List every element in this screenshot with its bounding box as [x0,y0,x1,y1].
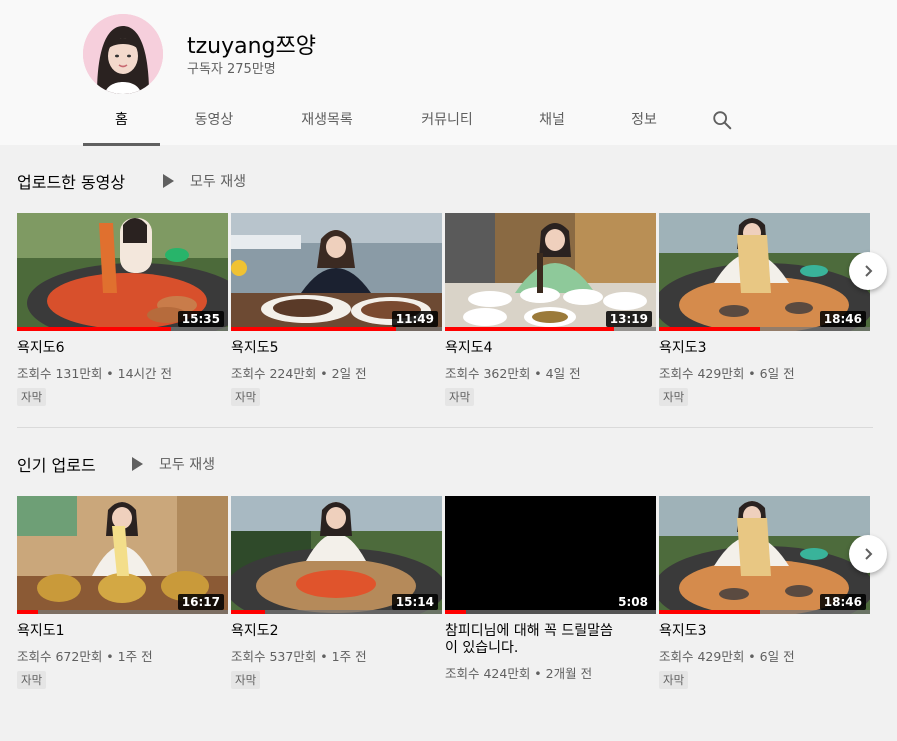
watch-progress-track [17,610,228,614]
watch-progress [17,327,172,331]
video-thumbnail[interactable]: 13:19 [445,213,656,331]
channel-header: tzuyang쯔양 구독자 275만명 홈 동영상 재생목록 커뮤니티 채널 정… [0,0,897,146]
video-card[interactable]: 13:19 욕지도4 조회수 362만회 • 4일 전 자막 [445,213,656,406]
video-thumbnail[interactable]: 5:08 [445,496,656,614]
caption-badge: 자막 [17,671,47,689]
chevron-right-icon [865,548,873,560]
video-card[interactable]: 18:46 욕지도3 조회수 429만회 • 6일 전 자막 [659,213,870,406]
tab-channels[interactable]: 채널 [508,100,596,143]
watch-progress [445,610,467,614]
video-meta: 조회수 424만회 • 2개월 전 [445,666,593,681]
watch-progress [659,327,761,331]
play-icon [163,174,174,188]
search-icon [713,111,732,130]
tab-playlists[interactable]: 재생목록 [268,100,386,143]
video-title[interactable]: 욕지도2 [231,623,442,640]
play-all-popular-button[interactable]: 모두 재생 [132,454,215,474]
video-thumbnail[interactable]: 15:14 [231,496,442,614]
video-card[interactable]: 5:08 참피디님에 대해 꼭 드릴말씀 이 있습니다. 조회수 424만회 •… [445,496,656,682]
caption-badge: 자막 [17,388,47,406]
watch-progress-track [445,610,656,614]
tab-home[interactable]: 홈 [83,100,160,146]
video-duration: 18:46 [819,311,866,327]
video-duration: 18:46 [819,594,866,610]
channel-search-button[interactable] [692,100,752,140]
video-card[interactable]: 15:35 욕지도6 조회수 131만회 • 14시간 전 자막 [17,213,228,406]
shelf-title-popular: 인기 업로드 [17,456,96,475]
chevron-right-icon [865,265,873,277]
tab-about[interactable]: 정보 [596,100,692,143]
video-thumbnail[interactable]: 15:35 [17,213,228,331]
video-card[interactable]: 15:14 욕지도2 조회수 537만회 • 1주 전 자막 [231,496,442,689]
video-title[interactable]: 욕지도5 [231,340,442,357]
video-thumbnail[interactable]: 11:49 [231,213,442,331]
channel-tabs: 홈 동영상 재생목록 커뮤니티 채널 정보 [83,100,752,146]
video-thumbnail[interactable]: 18:46 [659,213,870,331]
video-duration: 11:49 [391,311,438,327]
channel-avatar[interactable] [83,14,163,94]
video-card[interactable]: 16:17 욕지도1 조회수 672만회 • 1주 전 자막 [17,496,228,689]
video-title[interactable]: 욕지도3 [659,340,870,357]
shelf-next-button[interactable] [849,252,887,290]
play-all-label: 모두 재생 [190,174,246,190]
caption-badge: 자막 [659,388,689,406]
play-icon [132,457,143,471]
video-duration: 5:08 [614,594,652,610]
video-duration: 16:17 [177,594,224,610]
video-title[interactable]: 욕지도6 [17,340,228,357]
video-duration: 15:35 [177,311,224,327]
caption-badge: 자막 [231,671,261,689]
video-meta: 조회수 537만회 • 1주 전 [231,649,367,664]
watch-progress [231,327,396,331]
watch-progress [445,327,614,331]
shelf-next-button[interactable] [849,535,887,573]
watch-progress [17,610,39,614]
caption-badge: 자막 [231,388,261,406]
video-thumbnail[interactable]: 18:46 [659,496,870,614]
video-title[interactable]: 참피디님에 대해 꼭 드릴말씀 이 있습니다. [445,623,656,657]
shelf-title-uploads: 업로드한 동영상 [17,173,126,192]
caption-badge: 자막 [445,388,475,406]
video-card[interactable]: 18:46 욕지도3 조회수 429만회 • 6일 전 자막 [659,496,870,689]
video-card[interactable]: 11:49 욕지도5 조회수 224만회 • 2일 전 자막 [231,213,442,406]
video-title[interactable]: 욕지도4 [445,340,656,357]
video-meta: 조회수 224만회 • 2일 전 [231,366,367,381]
video-meta: 조회수 429만회 • 6일 전 [659,649,795,664]
video-duration: 13:19 [605,311,652,327]
play-all-label: 모두 재생 [159,457,215,473]
channel-name: tzuyang쯔양 [187,34,317,59]
tab-videos[interactable]: 동영상 [160,100,268,143]
video-title[interactable]: 욕지도1 [17,623,228,640]
play-all-uploads-button[interactable]: 모두 재생 [163,171,246,191]
video-thumbnail[interactable]: 16:17 [17,496,228,614]
video-meta: 조회수 131만회 • 14시간 전 [17,366,173,381]
video-meta: 조회수 672만회 • 1주 전 [17,649,153,664]
shelf-divider [17,427,873,428]
video-title[interactable]: 욕지도3 [659,623,870,640]
video-duration: 15:14 [391,594,438,610]
video-meta: 조회수 429만회 • 6일 전 [659,366,795,381]
watch-progress [231,610,265,614]
subscriber-count: 구독자 275만명 [187,62,276,77]
video-meta: 조회수 362만회 • 4일 전 [445,366,581,381]
watch-progress [659,610,761,614]
caption-badge: 자막 [659,671,689,689]
tab-community[interactable]: 커뮤니티 [386,100,508,143]
